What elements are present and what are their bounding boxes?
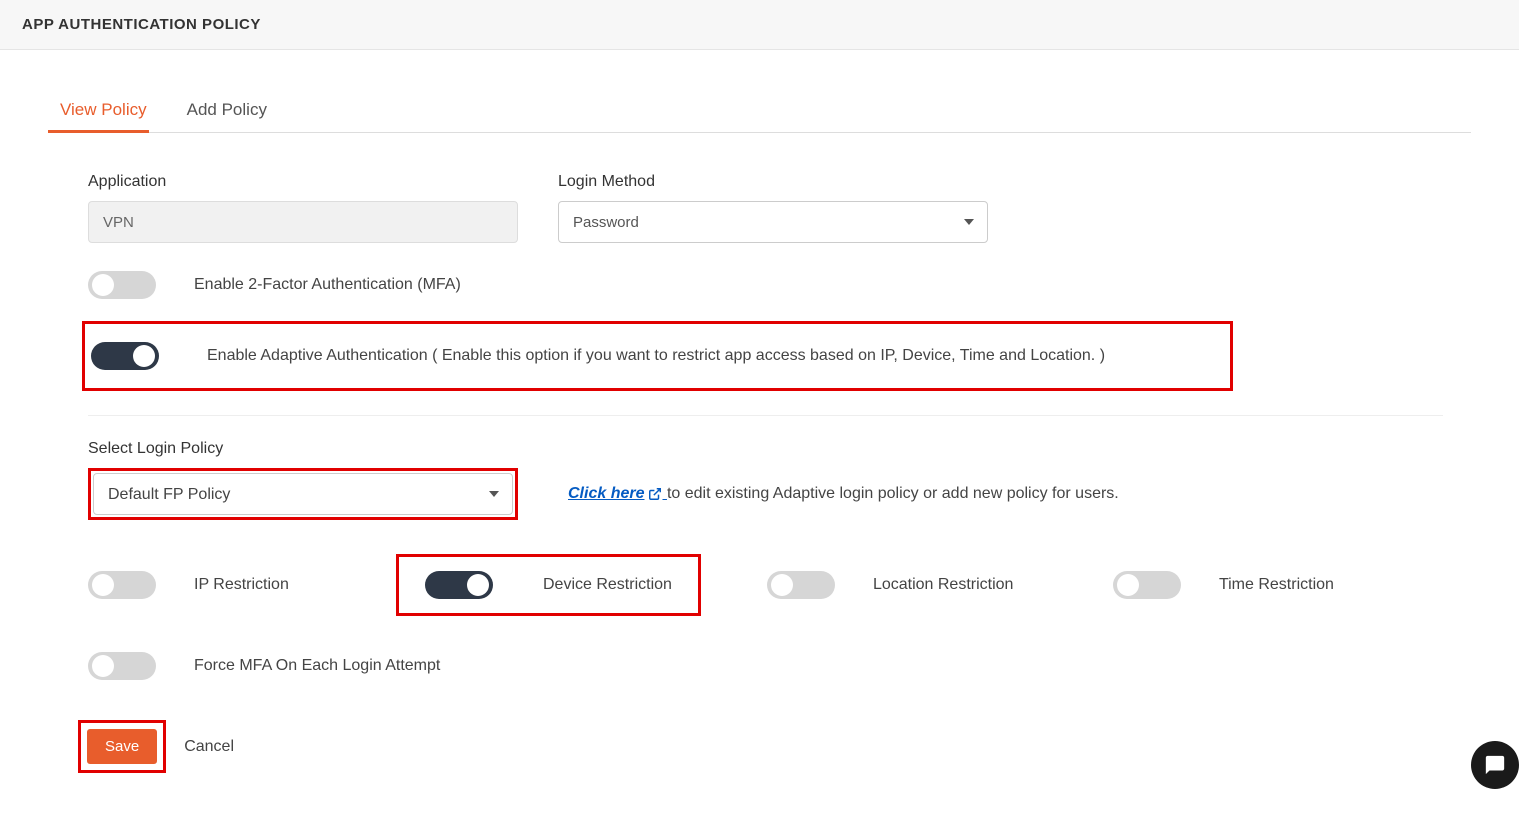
adaptive-toggle-label: Enable Adaptive Authentication ( Enable …: [207, 347, 1105, 365]
form-section: Application Login Method Password Enable…: [48, 173, 1471, 773]
login-method-select[interactable]: Password: [558, 201, 988, 243]
click-here-link[interactable]: Click here: [568, 485, 667, 502]
application-label: Application: [88, 173, 518, 191]
time-restriction-toggle[interactable]: [1113, 571, 1181, 599]
tabs: View Policy Add Policy: [48, 90, 1471, 133]
chat-icon: [1484, 754, 1506, 776]
section-divider: [88, 415, 1443, 416]
device-restriction-highlight: Device Restriction: [396, 554, 701, 616]
mfa-toggle-label: Enable 2-Factor Authentication (MFA): [194, 276, 461, 294]
chat-widget[interactable]: [1471, 741, 1519, 789]
tab-add-policy[interactable]: Add Policy: [175, 90, 295, 132]
location-restriction-label: Location Restriction: [873, 576, 1014, 594]
save-highlight: Save: [78, 720, 166, 773]
ip-restriction-toggle[interactable]: [88, 571, 156, 599]
location-restriction-toggle[interactable]: [767, 571, 835, 599]
login-policy-highlight: Default FP Policy: [88, 468, 518, 520]
external-link-icon: [648, 487, 662, 501]
adaptive-toggle[interactable]: [91, 342, 159, 370]
cancel-button[interactable]: Cancel: [184, 738, 234, 756]
login-method-label: Login Method: [558, 173, 988, 191]
mfa-toggle[interactable]: [88, 271, 156, 299]
select-login-policy-label: Select Login Policy: [88, 440, 1443, 458]
content-area: View Policy Add Policy Application Login…: [0, 50, 1519, 813]
force-mfa-toggle[interactable]: [88, 652, 156, 680]
force-mfa-label: Force MFA On Each Login Attempt: [194, 657, 440, 675]
tab-view-policy[interactable]: View Policy: [48, 90, 175, 132]
time-restriction-label: Time Restriction: [1219, 576, 1334, 594]
device-restriction-label: Device Restriction: [543, 576, 672, 594]
application-input[interactable]: [88, 201, 518, 243]
page-header: APP AUTHENTICATION POLICY: [0, 0, 1519, 50]
login-policy-select[interactable]: Default FP Policy: [93, 473, 513, 515]
save-button[interactable]: Save: [87, 729, 157, 764]
page-title: APP AUTHENTICATION POLICY: [22, 16, 1497, 33]
adaptive-highlight: Enable Adaptive Authentication ( Enable …: [82, 321, 1233, 391]
ip-restriction-label: IP Restriction: [194, 576, 289, 594]
policy-link-text: Click here to edit existing Adaptive log…: [568, 485, 1119, 503]
device-restriction-toggle[interactable]: [425, 571, 493, 599]
